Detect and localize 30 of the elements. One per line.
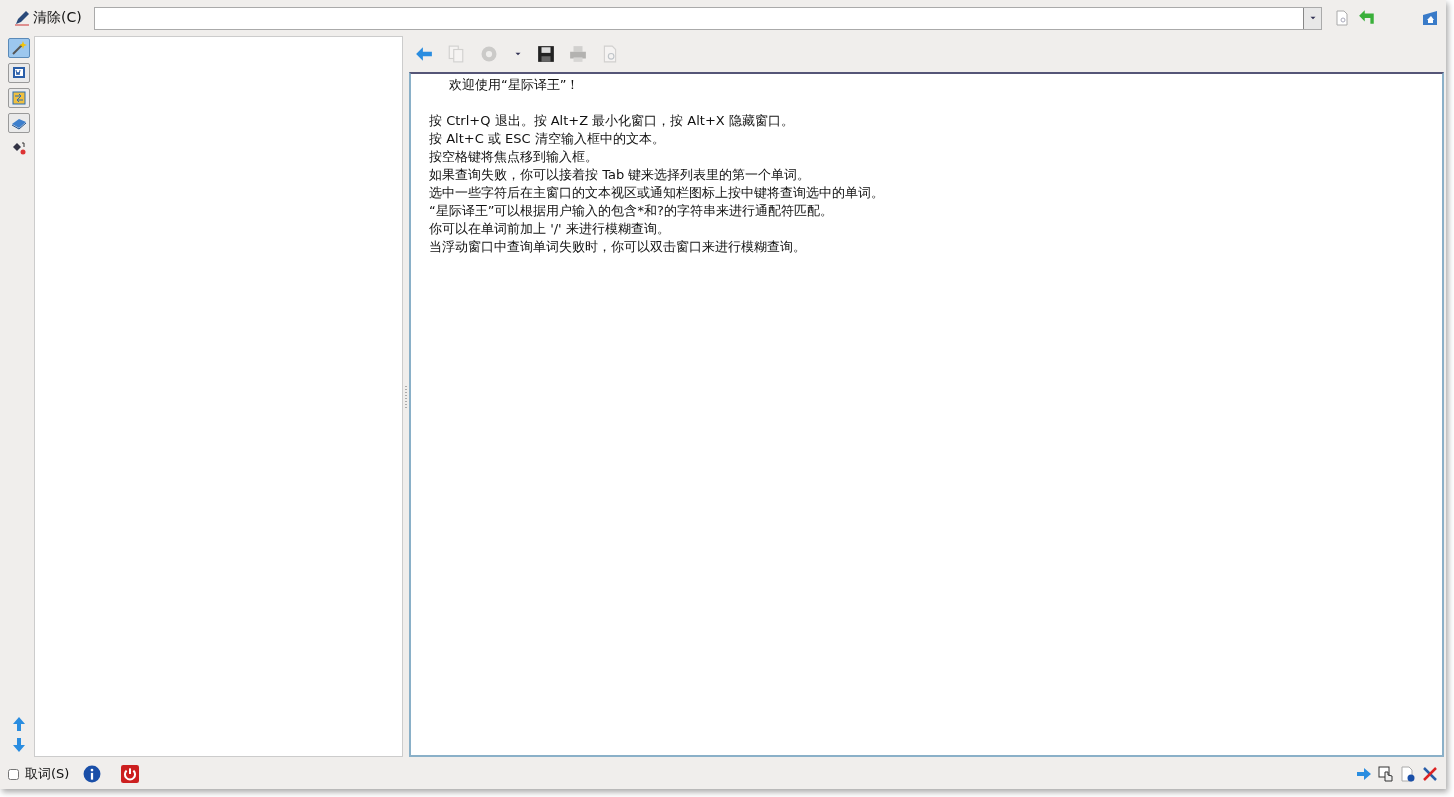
info-icon[interactable] — [83, 765, 102, 783]
up-arrow-icon[interactable] — [11, 716, 27, 732]
help-text: 选中一些字符后在主窗口的文本视区或通知栏图标上按中键将查询选中的单词。 — [429, 184, 885, 202]
house-icon[interactable] — [1422, 10, 1438, 26]
hand-pointer-icon[interactable] — [1378, 766, 1394, 782]
splitter-handle[interactable] — [405, 385, 407, 410]
clear-button[interactable]: 清除(C) — [12, 7, 84, 29]
down-arrow-icon[interactable] — [11, 737, 27, 753]
help-text: 当浮动窗口中查询单词失败时，你可以双击窗口来进行模糊查询。 — [429, 238, 807, 256]
back-icon[interactable] — [415, 45, 433, 63]
save-icon[interactable] — [537, 45, 555, 63]
power-icon[interactable] — [121, 765, 140, 783]
welcome-heading: 欢迎使用“星际译王”！ — [448, 76, 581, 94]
scan-label: 取词(S) — [25, 765, 70, 783]
sidebar-button[interactable] — [8, 63, 30, 83]
document-search-icon[interactable] — [1334, 10, 1350, 26]
help-text: 按空格键将焦点移到输入框。 — [429, 148, 599, 166]
scan-checkbox[interactable] — [8, 768, 19, 780]
return-arrow-icon[interactable] — [1358, 9, 1376, 27]
word-document-icon — [11, 65, 27, 81]
help-text: 如果查询失败，你可以接着按 Tab 键来选择列表里的第一个单词。 — [429, 166, 812, 184]
book-arrows-icon — [11, 90, 27, 106]
search-field[interactable] — [93, 6, 1322, 30]
help-text: 你可以在单词前加上 '/' 来进行模糊查询。 — [429, 220, 671, 238]
pencil-icon — [14, 10, 30, 26]
help-text: 按 Ctrl+Q 退出。按 Alt+Z 最小化窗口，按 Alt+X 隐藏窗口。 — [429, 112, 795, 130]
help-text: “星际译王”可以根据用户输入的包含*和?的字符串来进行通配符匹配。 — [429, 202, 834, 220]
help-text: 按 Alt+C 或 ESC 清空输入框中的文本。 — [429, 130, 666, 148]
right-arrow-icon[interactable] — [1356, 766, 1372, 782]
magic-wand-icon — [11, 40, 27, 56]
